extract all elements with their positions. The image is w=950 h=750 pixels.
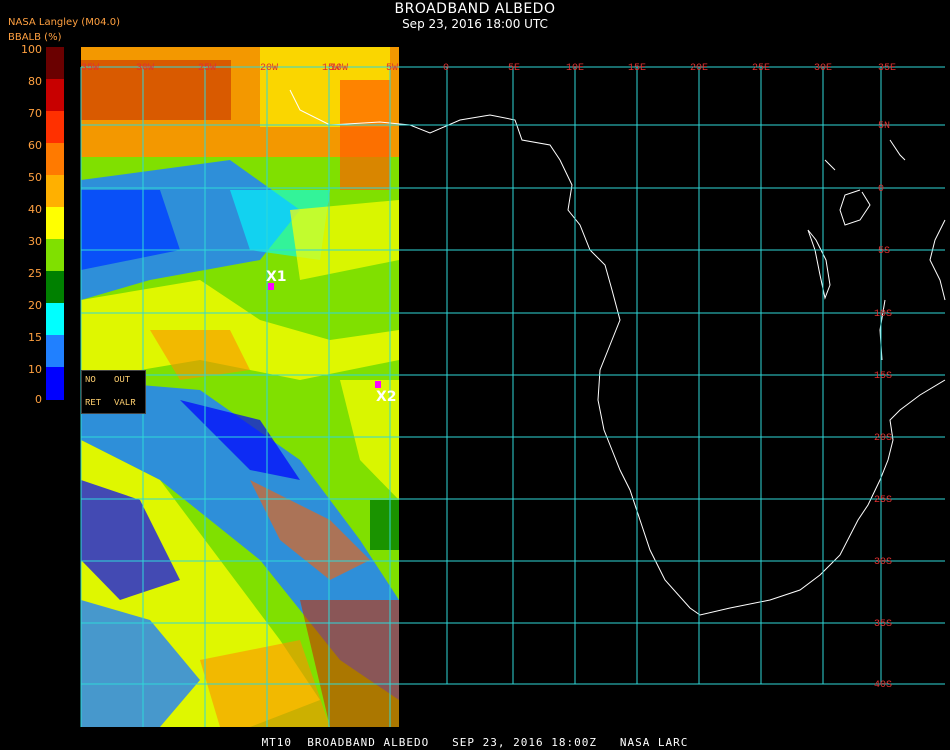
colorbar-segment: [46, 111, 64, 143]
lat-label: 20S: [874, 433, 892, 444]
legend-valr: VALR: [114, 398, 136, 408]
lon-label: 15E: [628, 63, 646, 74]
credit-label: NASA Langley (M04.0): [8, 17, 120, 28]
lat-label: 0: [878, 184, 884, 195]
colorbar-segment: [46, 335, 64, 367]
legend-ret: RET: [85, 398, 102, 408]
colorbar-tick-label: 70: [28, 107, 42, 120]
map-subtitle: Sep 23, 2016 18:00 UTC: [402, 17, 548, 31]
lat-label: 40S: [874, 680, 892, 691]
lat-label: 35S: [874, 619, 892, 630]
colorbar-segment: [46, 175, 64, 207]
colorbar-tick-label: 50: [28, 171, 42, 184]
colorbar-segment: [46, 79, 64, 111]
colorbar-title: BBALB (%): [8, 32, 62, 43]
colorbar-tick-label: 80: [28, 75, 42, 88]
lon-label: 35W: [81, 63, 99, 74]
lon-label: 0: [443, 63, 449, 74]
lon-label: 30E: [814, 63, 832, 74]
colorbar: [46, 47, 64, 400]
colorbar-tick-label: 100: [21, 43, 42, 56]
colorbar-tick-label: 15: [28, 331, 42, 344]
longitude-labels: 35W 30W 25W 20W 15W 10W 5W 0 5E 10E 15E …: [81, 63, 896, 74]
lon-label: 5E: [508, 63, 520, 74]
colorbar-segment: [46, 367, 64, 400]
legend-no: NO: [85, 375, 96, 385]
lon-label: 25W: [198, 63, 216, 74]
lat-label: 5S: [878, 246, 890, 257]
marker-x2-dot[interactable]: [375, 381, 381, 388]
colorbar-segment: [46, 303, 64, 335]
colorbar-tick-label: 0: [35, 393, 42, 406]
colorbar-tick-label: 40: [28, 203, 42, 216]
lon-label: 20E: [690, 63, 708, 74]
lat-label: 15S: [874, 371, 892, 382]
colorbar-segment: [46, 271, 64, 303]
colorbar-tick-label: 25: [28, 267, 42, 280]
no-retrieval-legend: NO OUT RET VALR: [81, 370, 146, 414]
marker-x1-label: X1: [266, 269, 287, 285]
colorbar-tick-label: 30: [28, 235, 42, 248]
colorbar-segment: [46, 47, 64, 79]
map-title: BROADBAND ALBEDO: [394, 1, 556, 17]
lat-label: 5N: [878, 121, 890, 132]
colorbar-segment: [46, 143, 64, 175]
colorbar-segment: [46, 239, 64, 271]
lon-label: 35E: [878, 63, 896, 74]
colorbar-tick-label: 60: [28, 139, 42, 152]
legend-out: OUT: [114, 375, 131, 385]
lat-label: 10S: [874, 309, 892, 320]
lon-label: 25E: [752, 63, 770, 74]
colorbar-tick-label: 20: [28, 299, 42, 312]
lat-label: 30S: [874, 557, 892, 568]
lat-label: 25S: [874, 495, 892, 506]
colorbar-tick-label: 10: [28, 363, 42, 376]
colorbar-segment: [46, 207, 64, 239]
lon-label: 10W: [330, 63, 348, 74]
lon-label: 20W: [260, 63, 278, 74]
marker-x2-label: X2: [376, 389, 397, 405]
latitude-labels: 5N 0 5S 10S 15S 20S 25S 30S 35S 40S: [874, 121, 892, 691]
lon-label: 30W: [136, 63, 154, 74]
footer-caption: MT10 BROADBAND ALBEDO SEP 23, 2016 18:00…: [261, 736, 689, 749]
lon-label: 10E: [566, 63, 584, 74]
lon-label: 5W: [386, 63, 398, 74]
